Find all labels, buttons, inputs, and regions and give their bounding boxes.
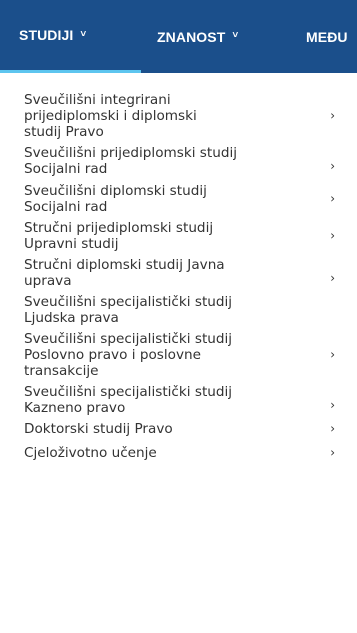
menu-item-javna-uprava[interactable]: Stručni diplomski studij Javna uprava ›	[0, 257, 357, 289]
menu-item-label: Sveučilišni prijediplomski studij Socija…	[24, 145, 238, 177]
chevron-right-icon: ›	[330, 445, 335, 460]
menu-item-diplomski-socijalni-rad[interactable]: Sveučilišni diplomski studij Socijalni r…	[0, 183, 357, 215]
chevron-right-icon: ›	[330, 228, 335, 243]
menu-item-label: Sveučilišni specijalistički studij Poslo…	[24, 331, 233, 379]
menu-item-label: Sveučilišni integrirani prijediplomski i…	[24, 92, 197, 140]
nav-item-label: MEĐU	[306, 28, 348, 45]
menu-item-label: Sveučilišni diplomski studij Socijalni r…	[24, 183, 207, 215]
menu-item-upravni-studij[interactable]: Stručni prijediplomski studij Upravni st…	[0, 220, 357, 252]
chevron-right-icon: ›	[330, 108, 335, 123]
chevron-right-icon: ›	[330, 421, 335, 436]
menu-item-label: Stručni diplomski studij Javna uprava	[24, 257, 225, 289]
menu-item-label: Stručni prijediplomski studij Upravni st…	[24, 220, 214, 252]
menu-item-kazneno-pravo[interactable]: Sveučilišni specijalistički studij Kazne…	[0, 384, 357, 416]
menu-item-label: Sveučilišni specijalistički studij Ljuds…	[24, 294, 233, 326]
menu-item-prijediplomski-socijalni-rad[interactable]: Sveučilišni prijediplomski studij Socija…	[0, 145, 357, 177]
menu-item-cjelozivotno-ucenje[interactable]: Cjeloživotno učenje ›	[0, 445, 357, 461]
menu-item-label: Doktorski studij Pravo	[24, 421, 173, 437]
menu-item-doktorski-studij[interactable]: Doktorski studij Pravo ›	[0, 421, 357, 437]
chevron-down-icon: ˅	[232, 30, 239, 41]
nav-item-studiji[interactable]: STUDIJI ˅	[0, 0, 141, 73]
chevron-right-icon: ›	[330, 347, 335, 362]
menu-item-ljudska-prava[interactable]: Sveučilišni specijalistički studij Ljuds…	[0, 294, 357, 326]
nav-item-medunarodna[interactable]: MEĐU	[306, 0, 348, 73]
studiji-dropdown-menu: Sveučilišni integrirani prijediplomski i…	[0, 92, 357, 461]
menu-item-label: Sveučilišni specijalistički studij Kazne…	[24, 384, 233, 416]
chevron-right-icon: ›	[330, 191, 335, 206]
chevron-right-icon: ›	[330, 397, 335, 412]
nav-item-label: STUDIJI	[19, 27, 74, 43]
menu-item-poslovno-pravo[interactable]: Sveučilišni specijalistički studij Poslo…	[0, 331, 357, 379]
chevron-down-icon: ˅	[80, 28, 87, 40]
top-navigation-bar: STUDIJI ˅ ZNANOST ˅ MEĐU	[0, 0, 357, 73]
chevron-right-icon: ›	[330, 158, 335, 173]
nav-item-label: ZNANOST	[157, 28, 226, 45]
menu-item-integrirani-pravo[interactable]: Sveučilišni integrirani prijediplomski i…	[0, 92, 357, 140]
chevron-right-icon: ›	[330, 270, 335, 285]
nav-item-znanost[interactable]: ZNANOST ˅	[157, 0, 238, 73]
menu-item-label: Cjeloživotno učenje	[24, 445, 157, 461]
